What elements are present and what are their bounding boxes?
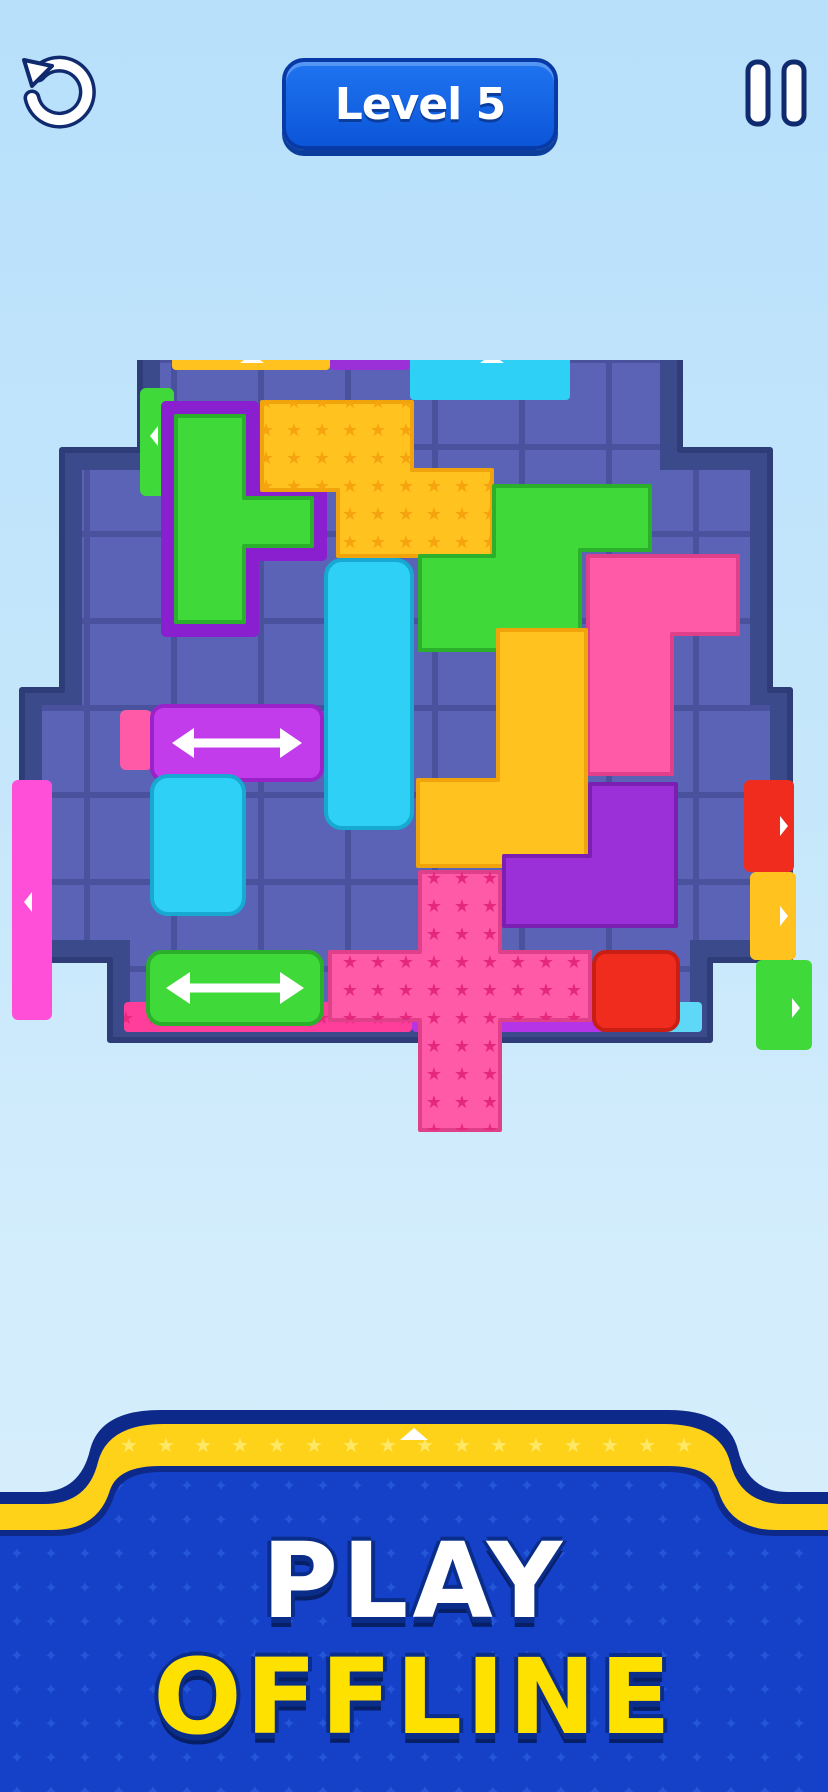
top-cyan-gate [410,360,570,400]
green-arrow-piece[interactable] [146,950,324,1026]
headline-offline: OFFLINE [153,1636,675,1758]
right-yellow-gate [750,872,796,960]
red-square[interactable] [592,950,680,1032]
headline-play: PLAY [261,1520,567,1642]
gate-arrow-icon [480,360,504,363]
restart-icon [22,55,96,129]
level-label: Level 5 [334,78,506,130]
left-pink-gate [120,710,152,770]
pause-icon [745,59,807,127]
puzzle-board: ★ ★ [12,360,812,1132]
purple-arrow-piece[interactable] [150,704,324,782]
level-badge: Level 5 [282,58,558,150]
top-purple-gate [330,360,410,370]
restart-button[interactable] [18,52,98,132]
cyan-tall-bar[interactable] [324,558,414,830]
cyan-short-bar[interactable] [150,774,246,916]
gate-arrow-icon [240,360,264,363]
right-green-gate [756,960,812,1050]
pause-button[interactable] [742,56,810,132]
top-bar: Level 5 [0,0,828,170]
